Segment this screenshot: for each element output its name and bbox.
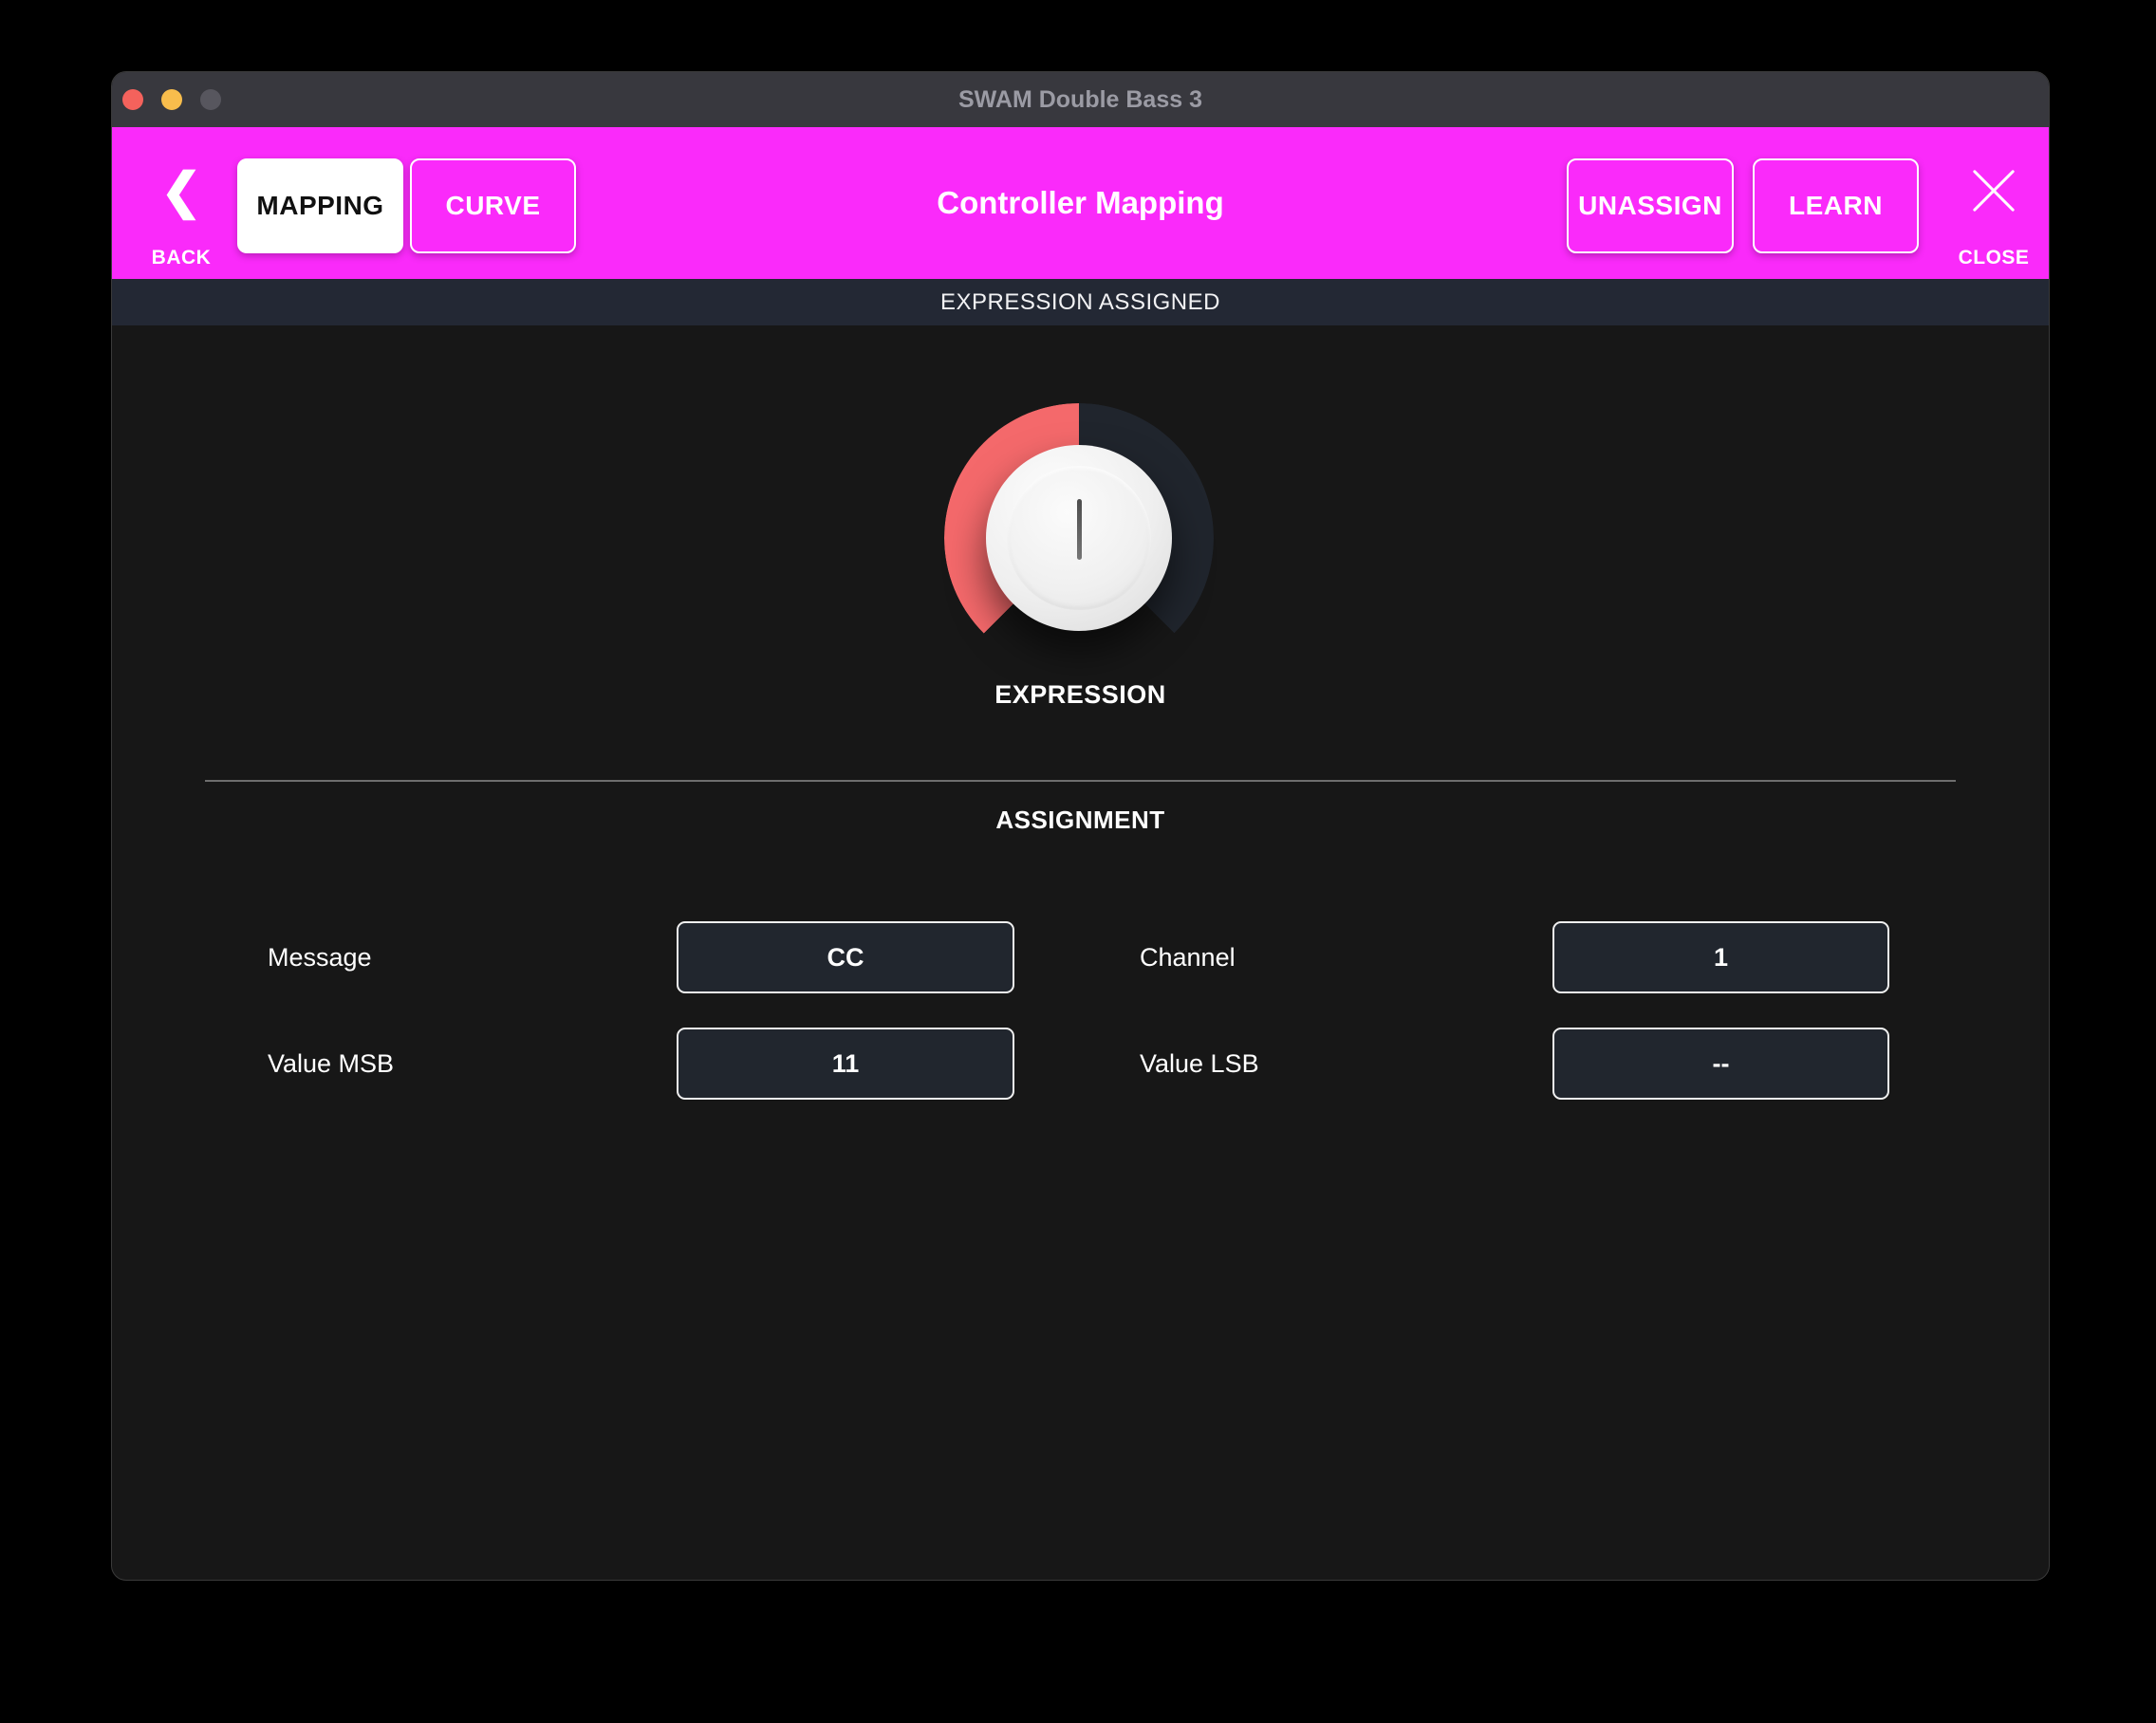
app-window: SWAM Double Bass 3 ❮ BACK MAPPING CURVE … xyxy=(111,71,2050,1581)
learn-button[interactable]: LEARN xyxy=(1753,158,1919,253)
minimize-window-icon[interactable] xyxy=(161,89,182,110)
chevron-left-icon: ❮ xyxy=(129,167,233,216)
back-button[interactable]: ❮ BACK xyxy=(129,127,233,279)
message-field[interactable]: CC xyxy=(677,921,1014,993)
tab-mapping[interactable]: MAPPING xyxy=(237,158,403,253)
status-bar: EXPRESSION ASSIGNED xyxy=(112,279,2049,325)
titlebar: SWAM Double Bass 3 xyxy=(112,72,2049,127)
back-label: BACK xyxy=(129,247,233,269)
value-lsb-label: Value LSB xyxy=(1140,1028,1259,1100)
unassign-button[interactable]: UNASSIGN xyxy=(1567,158,1734,253)
close-label: CLOSE xyxy=(1942,247,2046,269)
value-msb-label: Value MSB xyxy=(268,1028,394,1100)
traffic-lights xyxy=(122,72,221,127)
close-button[interactable]: CLOSE xyxy=(1942,127,2046,279)
value-lsb-field[interactable]: -- xyxy=(1552,1028,1889,1100)
value-msb-field[interactable]: 11 xyxy=(677,1028,1014,1100)
controller-mapping-header: ❮ BACK MAPPING CURVE Controller Mapping … xyxy=(112,127,2049,279)
message-label: Message xyxy=(268,921,372,993)
close-x-icon xyxy=(1972,169,2016,213)
zoom-window-icon xyxy=(200,89,221,110)
expression-knob[interactable] xyxy=(986,445,1172,631)
tab-curve[interactable]: CURVE xyxy=(410,158,576,253)
knob-pointer-icon xyxy=(1077,499,1082,560)
section-divider xyxy=(205,780,1956,782)
assignment-heading: ASSIGNMENT xyxy=(112,806,2049,835)
channel-label: Channel xyxy=(1140,921,1236,993)
knob-label: EXPRESSION xyxy=(112,680,2049,710)
channel-field[interactable]: 1 xyxy=(1552,921,1889,993)
close-window-icon[interactable] xyxy=(122,89,143,110)
window-title: SWAM Double Bass 3 xyxy=(112,86,2049,114)
status-text: EXPRESSION ASSIGNED xyxy=(940,289,1220,316)
knob-face xyxy=(1007,466,1151,610)
